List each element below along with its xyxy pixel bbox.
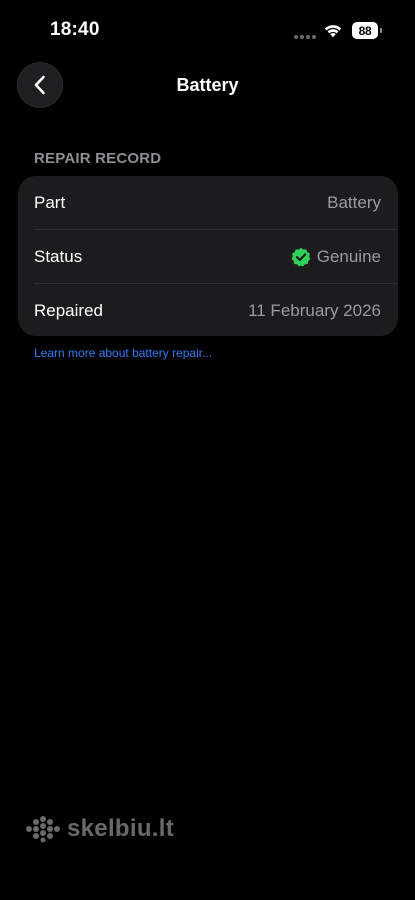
wifi-icon [324,25,342,38]
section-header-repair-record: REPAIR RECORD [34,150,162,167]
row-label: Repaired [34,300,103,320]
page-title: Battery [176,75,239,95]
row-status: Status Genuine [18,230,398,283]
row-value: Genuine [291,247,381,267]
watermark: skelbiu.lt [25,815,174,843]
dots-logo-icon [26,816,60,843]
repaired-date-value: 11 February 2026 [248,300,381,320]
battery-icon: 88 [352,22,382,39]
row-value: Battery [327,193,381,213]
battery-level: 88 [352,22,378,39]
row-value: 11 February 2026 [248,301,381,321]
watermark-text: skelbiu.lt [67,815,175,842]
learn-more-link[interactable]: Learn more about battery repair... [34,346,212,360]
row-label: Status [34,246,83,266]
row-label: Part [34,192,66,212]
row-part: Part Battery [18,176,398,229]
status-value: Genuine [316,246,381,266]
status-bar: 18:40 88 [0,0,415,60]
repair-record-card: Part Battery Status Genuine Repaired 11 … [18,176,398,336]
verified-check-icon [291,247,311,266]
cellular-signal-icon [294,35,316,39]
row-repaired: Repaired 11 February 2026 [18,284,398,337]
status-time: 18:40 [50,19,100,40]
part-value: Battery [327,192,381,212]
